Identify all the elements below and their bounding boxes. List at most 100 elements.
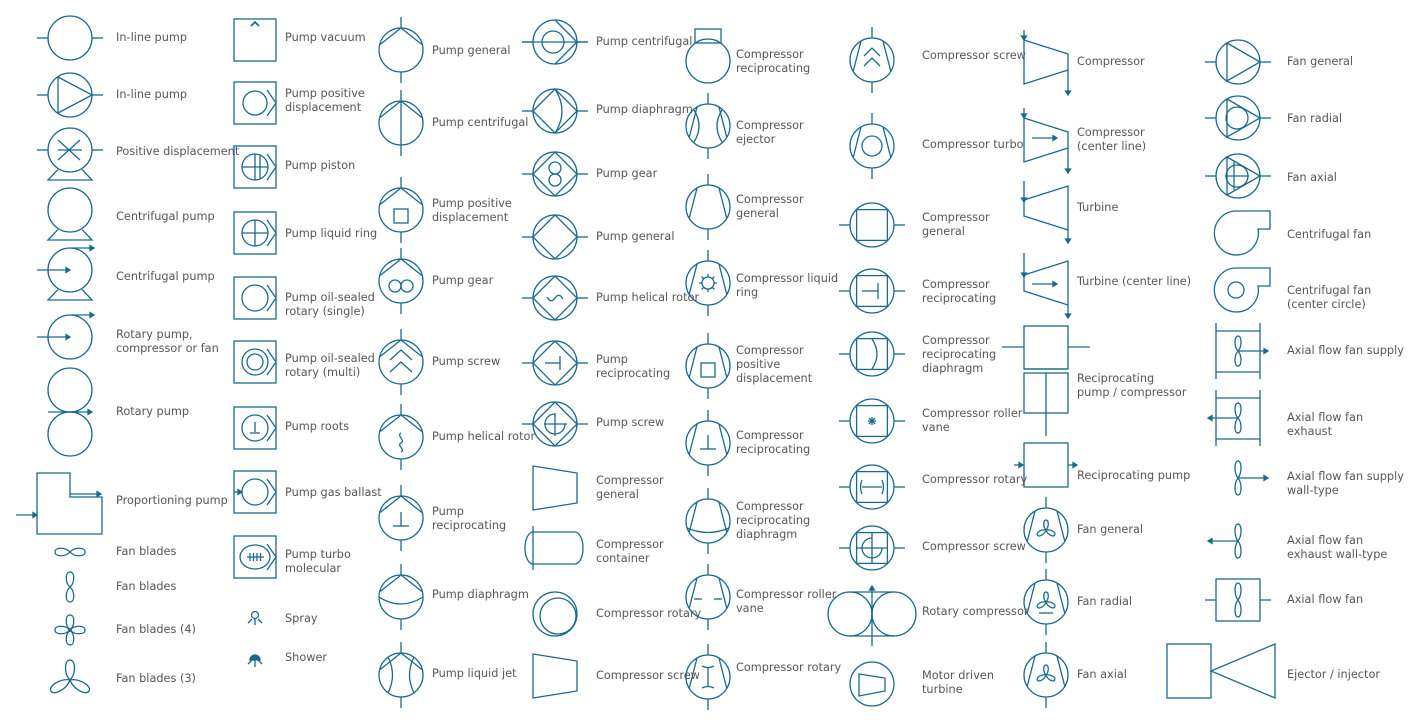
- symbol-label: Pump general: [596, 230, 675, 243]
- fan-blades-4-icon[interactable]: [54, 614, 86, 646]
- axial-flow-fan-exhaust-wall-icon[interactable]: [1206, 523, 1242, 559]
- pump-gear-diamond-icon[interactable]: [522, 151, 588, 197]
- inline-pump-plain-icon[interactable]: [37, 15, 103, 61]
- compressor-reciprocating-diaphragm-icon[interactable]: [685, 488, 731, 554]
- compressor-reciprocating-square-icon[interactable]: [839, 268, 905, 314]
- compressor-general-trapezoid-icon[interactable]: [532, 465, 578, 511]
- pump-liquid-ring-icon[interactable]: [233, 211, 277, 255]
- proportioning-pump-icon[interactable]: [16, 472, 103, 535]
- compressor-rotary-square-icon[interactable]: [839, 464, 905, 510]
- symbol-label: Proportioning pump: [116, 494, 228, 507]
- symbol-label: Compressor: [1077, 55, 1145, 68]
- symbol-label: Pump helical rotor: [432, 430, 536, 443]
- turbine-center-line-icon[interactable]: [1020, 253, 1072, 320]
- pump-diaphragm-diamond-icon[interactable]: [522, 88, 588, 134]
- fan-axial-blades-icon[interactable]: [1023, 642, 1069, 708]
- fan-radial-blades-icon[interactable]: [1023, 569, 1069, 635]
- pump-gas-ballast-icon[interactable]: [233, 470, 277, 514]
- compressor-rotary-circles-icon[interactable]: [532, 591, 578, 637]
- axial-flow-fan-exhaust-icon[interactable]: [1206, 390, 1261, 446]
- pump-general-diamond-icon[interactable]: [522, 214, 588, 260]
- centrifugal-pump-icon[interactable]: [46, 187, 94, 241]
- centrifugal-fan-icon[interactable]: [1213, 210, 1271, 256]
- compressor-screw-circle-icon[interactable]: [849, 27, 895, 93]
- axial-flow-fan-supply-wall-icon[interactable]: [1234, 460, 1270, 496]
- pump-oil-sealed-multi-icon[interactable]: [233, 340, 277, 384]
- compressor-positive-displacement-icon[interactable]: [685, 333, 731, 399]
- pump-roots-icon[interactable]: [233, 406, 277, 450]
- pump-helical-rotor-vertical-icon[interactable]: [378, 404, 424, 470]
- compressor-liquid-ring-icon[interactable]: [685, 250, 731, 316]
- symbol-label: Compressor screw: [922, 49, 1026, 62]
- pump-centrifugal-diamond-icon[interactable]: [522, 19, 588, 65]
- fan-general-blades-icon[interactable]: [1023, 497, 1069, 563]
- symbol-label: Fan axial: [1287, 171, 1337, 184]
- pump-general-vertical-icon[interactable]: [378, 17, 424, 83]
- compressor-turbo-icon[interactable]: [849, 113, 895, 179]
- symbol-label: Compressor reciprocating: [736, 429, 811, 456]
- compressor-reciprocating-circle-icon[interactable]: [685, 410, 731, 476]
- compressor-reciprocating-box-icon[interactable]: [685, 28, 731, 84]
- rotary-compressor-icon[interactable]: [827, 584, 917, 646]
- compressor-reciprocating-diaphragm-square-icon[interactable]: [839, 331, 905, 377]
- fan-blades-horizontal-icon[interactable]: [54, 547, 86, 557]
- symbol-label: Fan axial: [1077, 668, 1127, 681]
- symbol-label: Ejector / injector: [1287, 668, 1380, 681]
- pump-vacuum-icon[interactable]: [233, 18, 277, 62]
- symbol-label: Compressor screw: [596, 669, 700, 682]
- pump-oil-sealed-single-icon[interactable]: [233, 276, 277, 320]
- pump-liquid-jet-icon[interactable]: [378, 642, 424, 708]
- centrifugal-fan-center-circle-icon[interactable]: [1213, 267, 1271, 313]
- symbol-label: Compressor rotary: [922, 473, 1028, 486]
- pump-positive-displacement-vertical-icon[interactable]: [378, 177, 424, 243]
- fan-radial-triangle-icon[interactable]: [1205, 95, 1271, 141]
- compressor-screw-square-icon[interactable]: [839, 525, 905, 571]
- ejector-injector-icon[interactable]: [1166, 643, 1276, 699]
- symbol-label: Fan blades: [116, 580, 177, 593]
- rotary-pump-compressor-fan-icon[interactable]: [37, 311, 96, 360]
- shower-icon[interactable]: [247, 654, 263, 667]
- pump-helical-rotor-diamond-icon[interactable]: [522, 275, 588, 321]
- compressor-container-icon[interactable]: [524, 526, 584, 570]
- fan-axial-triangle-icon[interactable]: [1205, 153, 1271, 199]
- symbol-label: Compressor reciprocating: [922, 278, 997, 305]
- compressor-general-square-icon[interactable]: [839, 202, 905, 248]
- fan-blades-3-icon[interactable]: [49, 659, 91, 694]
- centrifugal-pump-arrows-icon[interactable]: [37, 244, 96, 301]
- compressor-screw-trapezoid-icon[interactable]: [532, 653, 578, 699]
- compressor-center-line-icon[interactable]: [1020, 108, 1072, 175]
- symbol-label: Pump positive displacement: [285, 87, 365, 114]
- symbol-label: Axial flow fan supply: [1287, 344, 1404, 357]
- symbol-label: Pump helical rotor: [596, 291, 700, 304]
- symbol-label: Compressor screw: [922, 540, 1026, 553]
- compressor-general-circle-icon[interactable]: [685, 174, 731, 240]
- pump-centrifugal-vertical-icon[interactable]: [378, 90, 424, 156]
- symbol-label: Pump reciprocating: [596, 353, 671, 380]
- axial-flow-fan-supply-icon[interactable]: [1215, 323, 1270, 379]
- pump-gear-vertical-icon[interactable]: [378, 248, 424, 314]
- rotary-pump-icon[interactable]: [47, 367, 94, 457]
- symbol-label: Pump screw: [432, 355, 501, 368]
- symbol-label: Reciprocating pump / compressor: [1077, 372, 1187, 399]
- pump-piston-icon[interactable]: [233, 145, 277, 189]
- fan-blades-vertical-icon[interactable]: [65, 571, 75, 603]
- spray-icon[interactable]: [247, 610, 263, 626]
- turbine-icon[interactable]: [1020, 181, 1072, 245]
- compressor-roller-vane-square-icon[interactable]: [839, 398, 905, 444]
- pump-positive-displacement-box-icon[interactable]: [233, 81, 277, 125]
- fan-general-triangle-icon[interactable]: [1205, 39, 1271, 85]
- symbol-label: Rotary compressor: [922, 605, 1029, 618]
- axial-flow-fan-icon[interactable]: [1205, 578, 1271, 622]
- compressor-flow-icon[interactable]: [1020, 30, 1072, 97]
- motor-driven-turbine-icon[interactable]: [849, 661, 895, 707]
- pump-screw-vertical-icon[interactable]: [378, 329, 424, 395]
- pump-turbo-molecular-icon[interactable]: [233, 535, 277, 579]
- pump-diaphragm-vertical-icon[interactable]: [378, 564, 424, 630]
- pump-reciprocating-vertical-icon[interactable]: [378, 485, 424, 551]
- inline-pump-triangle-icon[interactable]: [37, 72, 103, 118]
- positive-displacement-icon[interactable]: [37, 127, 103, 181]
- symbol-label: Fan radial: [1287, 112, 1343, 125]
- pump-reciprocating-diamond-icon[interactable]: [522, 340, 588, 386]
- symbol-label: Pump gas ballast: [285, 486, 382, 499]
- symbol-label: Compressor reciprocating: [736, 48, 811, 75]
